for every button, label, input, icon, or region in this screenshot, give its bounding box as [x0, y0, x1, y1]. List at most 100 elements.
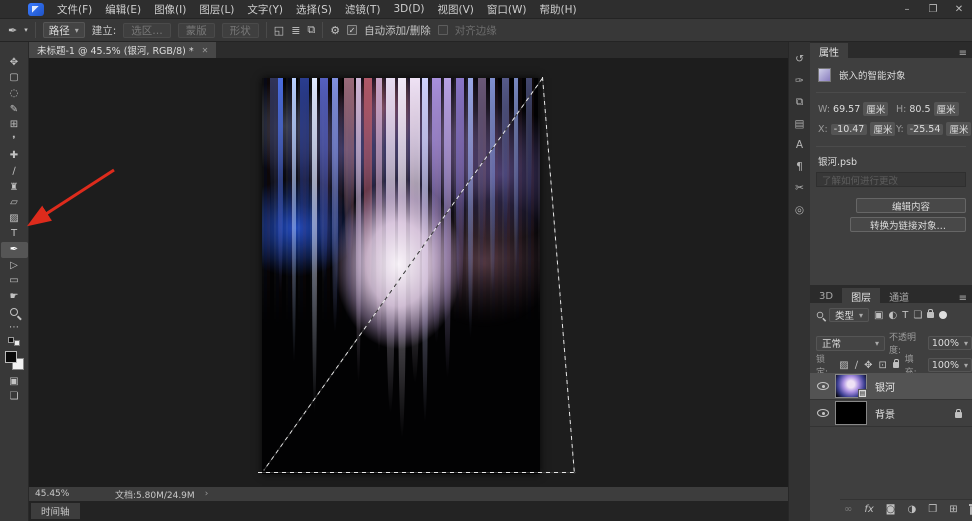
pen-tool[interactable]: ✒ [1, 242, 28, 258]
timeline-tab[interactable]: 时间轴 [31, 503, 80, 519]
opacity-dropdown[interactable]: 100% ▾ [928, 336, 972, 350]
x-field[interactable]: X: -10.47 厘米 [818, 122, 895, 136]
y-field[interactable]: Y: -25.54 厘米 [896, 122, 971, 136]
pen-icon[interactable]: ✒ [8, 24, 17, 37]
new-layer-icon[interactable]: ⊞ [949, 504, 957, 515]
group-layers-icon[interactable]: ❒ [928, 504, 937, 515]
brush-tool[interactable]: ∕ [1, 164, 28, 180]
fill-dropdown[interactable]: 100% ▾ [928, 358, 972, 372]
layer-row-galaxy[interactable]: ▤ 银河 [810, 373, 972, 400]
tab-layers[interactable]: 图层 [842, 288, 880, 304]
blend-mode-dropdown[interactable]: 正常 ▾ [816, 336, 885, 351]
eyedropper-tool[interactable]: ❜ [1, 133, 28, 149]
layer-thumbnail[interactable]: ▤ [835, 374, 867, 398]
screen-mode-button[interactable]: ❏ [1, 390, 28, 406]
y-unit-dropdown[interactable]: 厘米 [946, 122, 971, 136]
lasso-tool[interactable]: ◌ [1, 86, 28, 102]
layer-row-background[interactable]: 背景 [810, 400, 972, 427]
layer-mask-icon[interactable]: ◙ [886, 504, 896, 515]
menu-help[interactable]: 帮助(H) [540, 2, 577, 17]
edit-toolbar-button[interactable]: ⋯ [9, 322, 19, 333]
y-value[interactable]: -25.54 [907, 124, 944, 135]
close-button[interactable]: ✕ [946, 4, 972, 15]
make-selection-button[interactable]: 选区… [123, 23, 171, 38]
filter-smart-object-icon[interactable] [927, 312, 934, 318]
filter-type-dropdown[interactable]: 类型 ▾ [829, 308, 869, 322]
lock-all-icon[interactable] [893, 362, 899, 368]
w-value[interactable]: 69.57 [833, 104, 860, 115]
hand-tool[interactable]: ☛ [1, 289, 28, 305]
edit-contents-button[interactable]: 编辑内容 [856, 198, 966, 213]
app-icon[interactable] [28, 3, 44, 16]
status-arrow-icon[interactable]: › [205, 489, 209, 499]
clone-source-icon[interactable]: ⧉ [796, 97, 804, 108]
menu-3d[interactable]: 3D(D) [393, 3, 424, 15]
make-shape-button[interactable]: 形状 [222, 23, 259, 38]
healing-brush-tool[interactable]: ✚ [1, 149, 28, 165]
menu-type[interactable]: 文字(Y) [247, 2, 283, 17]
character-icon[interactable]: A [796, 140, 803, 151]
adjustment-layer-icon[interactable]: ◑ [908, 504, 917, 515]
type-tool[interactable]: T [1, 227, 28, 243]
gear-icon[interactable]: ⚙ [330, 24, 340, 37]
quick-selection-tool[interactable]: ✎ [1, 102, 28, 118]
convert-to-linked-button[interactable]: 转换为链接对象… [850, 217, 966, 232]
gradient-tool[interactable]: ▨ [1, 211, 28, 227]
menu-filter[interactable]: 滤镜(T) [345, 2, 381, 17]
document-tab[interactable]: 未标题-1 @ 45.5% (银河, RGB/8) * ✕ [29, 42, 216, 58]
height-field[interactable]: H: 80.5 厘米 [896, 102, 959, 116]
lock-move-icon[interactable]: ✥ [864, 360, 872, 371]
filter-type-icon[interactable]: T [902, 310, 908, 321]
lock-transparent-icon[interactable]: ▨ [839, 360, 848, 371]
path-alignment-icon[interactable]: ≣ [291, 24, 300, 37]
close-tab-icon[interactable]: ✕ [202, 46, 209, 55]
tool-preset-caret-icon[interactable]: ▾ [24, 26, 28, 34]
move-tool[interactable]: ✥ [1, 55, 28, 71]
canvas-area[interactable] [29, 58, 788, 487]
minimize-button[interactable]: – [894, 4, 920, 15]
w-unit-dropdown[interactable]: 厘米 [863, 102, 888, 116]
align-edges-checkbox[interactable] [438, 25, 448, 35]
link-layers-icon[interactable]: ∞ [844, 504, 852, 515]
lock-artboard-icon[interactable]: ⊡ [878, 360, 886, 371]
filter-shape-icon[interactable]: ❏ [913, 310, 922, 321]
libraries-icon[interactable]: ▤ [795, 119, 805, 130]
menu-file[interactable]: 文件(F) [57, 2, 92, 17]
filter-adjustment-icon[interactable]: ◐ [888, 310, 897, 321]
eraser-tool[interactable]: ▱ [1, 195, 28, 211]
tab-3d[interactable]: 3D [810, 288, 842, 304]
rectangle-tool[interactable]: ▭ [1, 273, 28, 289]
width-field[interactable]: W: 69.57 厘米 [818, 102, 888, 116]
x-unit-dropdown[interactable]: 厘米 [870, 122, 895, 136]
visibility-eye-icon[interactable] [817, 409, 829, 417]
zoom-tool[interactable] [1, 305, 28, 321]
restore-button[interactable]: ❐ [920, 4, 946, 15]
x-value[interactable]: -10.47 [831, 124, 868, 135]
marquee-tool[interactable]: ▢ [1, 71, 28, 87]
path-arrangement-icon[interactable]: ⧉ [307, 23, 315, 37]
path-selection-tool[interactable]: ▷ [1, 258, 28, 274]
h-value[interactable]: 80.5 [909, 104, 930, 115]
filter-pixel-icon[interactable]: ▣ [874, 310, 883, 321]
crop-tool[interactable]: ⊞ [1, 117, 28, 133]
menu-image[interactable]: 图像(I) [154, 2, 186, 17]
tab-properties[interactable]: 属性 [810, 43, 848, 59]
menu-window[interactable]: 窗口(W) [487, 2, 527, 17]
menu-select[interactable]: 选择(S) [296, 2, 332, 17]
info-icon[interactable]: ◎ [795, 205, 804, 216]
lock-paint-icon[interactable]: ∕ [855, 360, 858, 371]
auto-add-delete-checkbox[interactable]: ✓ [347, 25, 357, 35]
cut-icon[interactable]: ✂ [795, 183, 804, 194]
make-mask-button[interactable]: 蒙版 [178, 23, 215, 38]
filter-toggle-icon[interactable] [939, 311, 947, 319]
visibility-eye-icon[interactable] [817, 382, 829, 390]
paragraph-icon[interactable]: ¶ [796, 162, 803, 173]
layer-name[interactable]: 银河 [875, 379, 895, 394]
menu-view[interactable]: 视图(V) [438, 2, 474, 17]
quick-mask-button[interactable]: ▣ [1, 374, 28, 390]
brush-settings-icon[interactable]: ✑ [795, 76, 804, 87]
menu-layer[interactable]: 图层(L) [199, 2, 234, 17]
tab-channels[interactable]: 通道 [880, 288, 918, 304]
default-colors-icon[interactable] [8, 337, 20, 346]
layer-thumbnail[interactable] [835, 401, 867, 425]
